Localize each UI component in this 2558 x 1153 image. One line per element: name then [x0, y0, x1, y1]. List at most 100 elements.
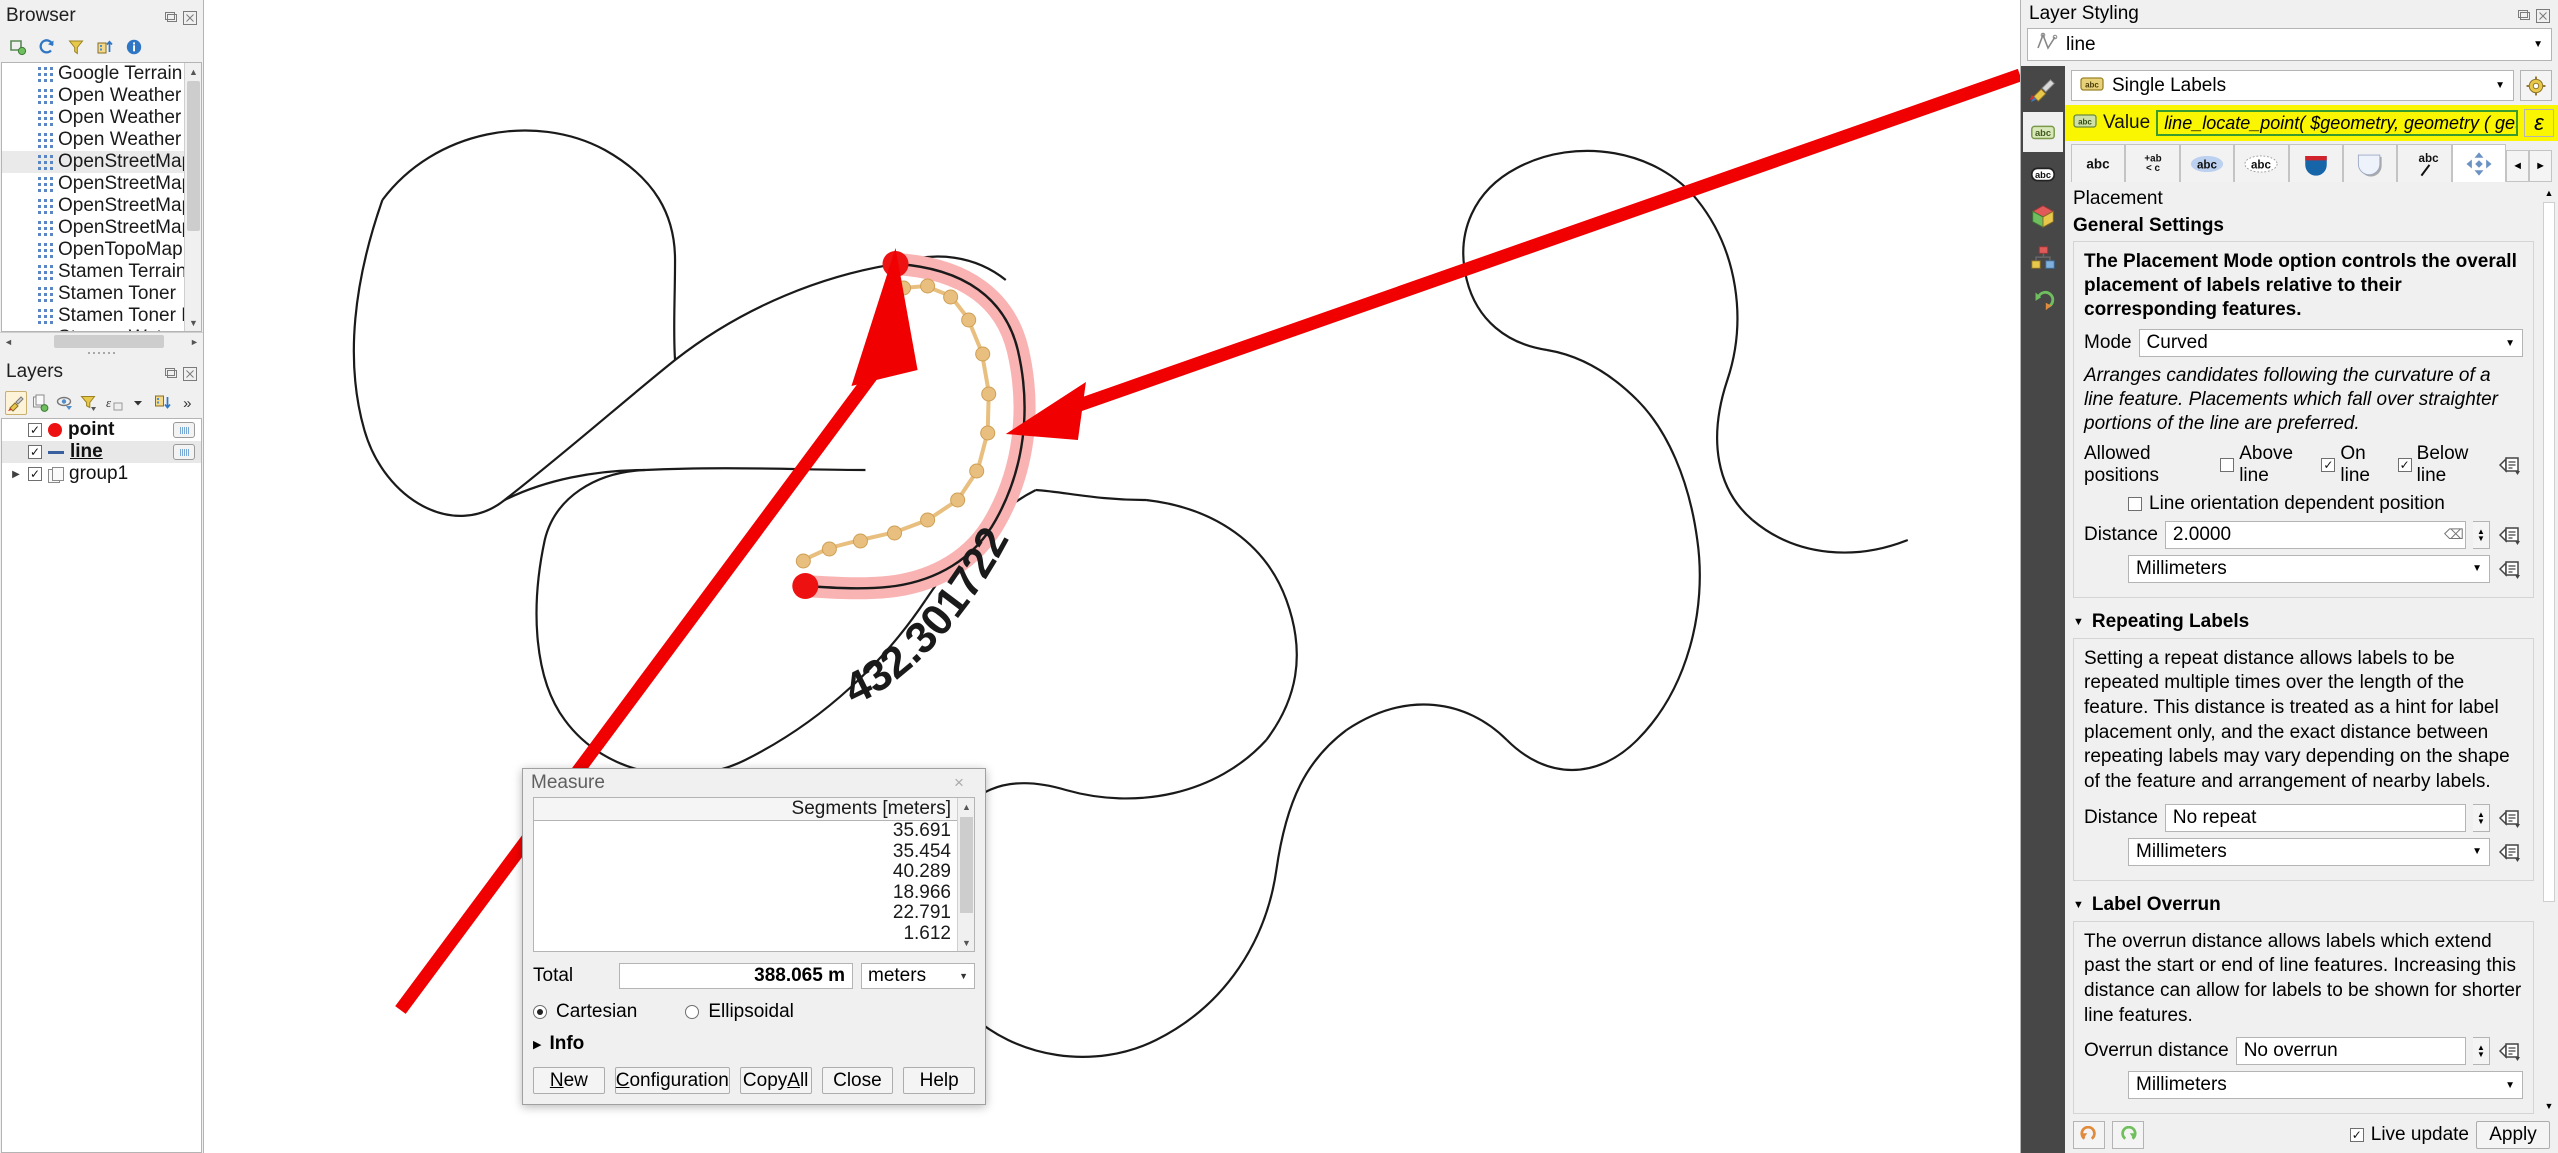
refresh-icon[interactable] [34, 35, 60, 59]
scroll-down-icon[interactable]: ▼ [2542, 1099, 2556, 1113]
line-orientation-checkbox[interactable] [2128, 496, 2142, 511]
placement-distance-unit-select[interactable]: Millimeters ▼ [2128, 554, 2490, 583]
filter-icon[interactable] [63, 35, 89, 59]
close-button[interactable]: Close [821, 1067, 894, 1094]
help-button[interactable]: Help [903, 1067, 976, 1094]
live-update-checkbox[interactable]: ✓ [2349, 1128, 2364, 1142]
repeat-distance-unit-select[interactable]: Millimeters ▼ [2128, 837, 2490, 866]
label-tab-formatting[interactable]: +ab < c [2125, 144, 2180, 182]
overrun-distance-spinner[interactable]: ▲ ▼ [2473, 1037, 2490, 1066]
repeat-distance-input[interactable]: No repeat [2164, 803, 2466, 832]
configuration-button[interactable]: Configuration [614, 1067, 730, 1094]
browser-item[interactable]: OpenStreetMap M [2, 195, 201, 217]
browser-tree[interactable]: Google Terrain Hy Open Weather Ma Open Wea… [1, 62, 202, 332]
add-layer-icon[interactable] [5, 35, 31, 59]
symbology-brush-icon[interactable] [2023, 70, 2063, 110]
overrun-distance-unit-select[interactable]: Millimeters ▼ [2128, 1071, 2523, 1100]
data-defined-override-icon[interactable] [2497, 1039, 2523, 1063]
label-tab-mask-abc[interactable]: abc [2234, 144, 2289, 182]
dock-undock-icon[interactable] [165, 365, 179, 379]
scroll-up-icon[interactable]: ▲ [185, 63, 201, 80]
label-tab-placement-arrows[interactable] [2451, 144, 2507, 182]
scroll-left-icon[interactable]: ◄ [0, 333, 17, 350]
measure-unit-select[interactable]: meters ▼ [861, 963, 975, 989]
expand-all-icon[interactable] [152, 391, 174, 415]
undo-icon[interactable] [2073, 1121, 2105, 1149]
data-defined-override-icon[interactable] [2497, 840, 2523, 864]
value-expression-select[interactable]: line_locate_point( $geometry, geometry (… [2156, 110, 2518, 136]
expression-filter-icon[interactable]: ε [103, 391, 125, 415]
copy-all-button[interactable]: Copy All [739, 1067, 812, 1094]
browser-horizontal-scrollbar[interactable]: ◄ ► [0, 332, 203, 349]
placement-scroll-area[interactable]: Placement General Settings The Placement… [2065, 182, 2558, 1117]
redo-icon[interactable] [2112, 1121, 2144, 1149]
label-tab-shadow-shield[interactable] [2342, 144, 2398, 182]
segments-table[interactable]: Segments [meters] 35.691 35.454 40.289 18.9… [533, 797, 975, 952]
close-icon[interactable] [2536, 7, 2550, 23]
browser-item[interactable]: OpenTopoMap [2, 239, 201, 261]
browser-item[interactable]: Open Weather Ma [2, 129, 201, 151]
measure-dialog[interactable]: Measure × Segments [meters] 35.691 35.454… [522, 768, 986, 1105]
position-below-line-checkbox[interactable]: ✓ [2397, 457, 2412, 472]
manage-visibility-icon[interactable] [54, 391, 76, 415]
segments-scrollbar[interactable]: ▲ ▼ [957, 798, 974, 951]
browser-item[interactable]: Open Weather Ma [2, 85, 201, 107]
placement-distance-input[interactable]: 2.0000 ⌫ [2164, 520, 2466, 549]
chevron-right-icon[interactable]: ▶ [10, 469, 22, 480]
tabs-next-button[interactable]: ► [2529, 150, 2553, 182]
masks-abc-icon[interactable]: abc [2023, 154, 2063, 194]
data-defined-override-icon[interactable] [2497, 453, 2523, 477]
browser-item[interactable]: OpenStreetMap [2, 151, 201, 173]
label-tab-buffer-abc[interactable]: abc [2179, 144, 2235, 182]
labeling-mode-select[interactable]: abc Single Labels ▼ [2071, 70, 2514, 101]
close-icon[interactable] [183, 9, 197, 25]
layer-item[interactable]: ✓ line [2, 441, 201, 463]
position-above-line-checkbox[interactable] [2220, 457, 2235, 472]
layer-select[interactable]: line ▼ [2027, 28, 2552, 61]
browser-item[interactable]: Stamen Toner [2, 283, 201, 305]
clear-icon[interactable]: ⌫ [2444, 526, 2464, 543]
collapse-all-icon[interactable] [92, 35, 118, 59]
style-manager-icon[interactable] [5, 391, 27, 415]
layer-visibility-checkbox[interactable]: ✓ [28, 445, 42, 459]
info-expander[interactable]: ▶ Info [533, 1033, 975, 1055]
dock-undock-icon[interactable] [2518, 7, 2532, 21]
placement-scrollbar[interactable]: ▲ ▼ [2542, 186, 2556, 1113]
scroll-down-icon[interactable]: ▼ [958, 934, 975, 951]
expression-editor-button[interactable]: ε [2524, 109, 2554, 137]
label-overrun-section-header[interactable]: ▼ Label Overrun [2073, 888, 2534, 921]
add-group-icon[interactable] [30, 391, 52, 415]
diagrams-icon[interactable] [2023, 238, 2063, 278]
labels-abc-icon[interactable]: abc [2023, 112, 2063, 152]
layer-visibility-checkbox[interactable]: ✓ [28, 467, 42, 481]
placement-mode-select[interactable]: Curved ▼ [2138, 329, 2523, 358]
data-defined-override-icon[interactable] [2497, 806, 2523, 830]
layer-item[interactable]: ✓ point [2, 419, 201, 441]
browser-item[interactable]: Google Terrain Hy [2, 63, 201, 85]
close-icon[interactable] [183, 365, 197, 381]
map-canvas[interactable]: 432.301722989I243 Measure × [204, 0, 2020, 1153]
label-tab-callouts-abc[interactable]: abc [2397, 144, 2452, 182]
close-icon[interactable]: × [941, 773, 977, 793]
overrun-distance-input[interactable]: No overrun [2235, 1037, 2466, 1066]
scroll-up-icon[interactable]: ▲ [2542, 186, 2556, 200]
measure-dialog-titlebar[interactable]: Measure × [523, 769, 985, 797]
position-on-line-checkbox[interactable]: ✓ [2321, 457, 2336, 472]
new-button[interactable]: New [533, 1067, 605, 1094]
distance-spinner[interactable]: ▲ ▼ [2473, 520, 2490, 549]
data-defined-override-icon[interactable] [2497, 523, 2523, 547]
dock-undock-icon[interactable] [165, 9, 179, 23]
tabs-prev-button[interactable]: ◄ [2506, 150, 2530, 182]
scroll-down-icon[interactable]: ▼ [185, 314, 201, 331]
browser-item[interactable]: Open Weather Ma [2, 107, 201, 129]
layer-item[interactable]: ▶ ✓ group1 [2, 463, 201, 485]
label-tab-text-abc[interactable]: abc [2071, 144, 2126, 182]
apply-button[interactable]: Apply [2476, 1121, 2550, 1149]
filter-legend-icon[interactable] [79, 391, 101, 415]
ellipsoidal-radio[interactable] [685, 1005, 700, 1019]
layers-tree[interactable]: ✓ point ✓ line ▶ ✓ group1 [1, 418, 202, 1153]
layers-more-button[interactable]: » [177, 391, 199, 415]
cartesian-radio[interactable] [533, 1005, 547, 1019]
3d-view-icon[interactable] [2023, 196, 2063, 236]
repeat-distance-spinner[interactable]: ▲ ▼ [2473, 803, 2490, 832]
